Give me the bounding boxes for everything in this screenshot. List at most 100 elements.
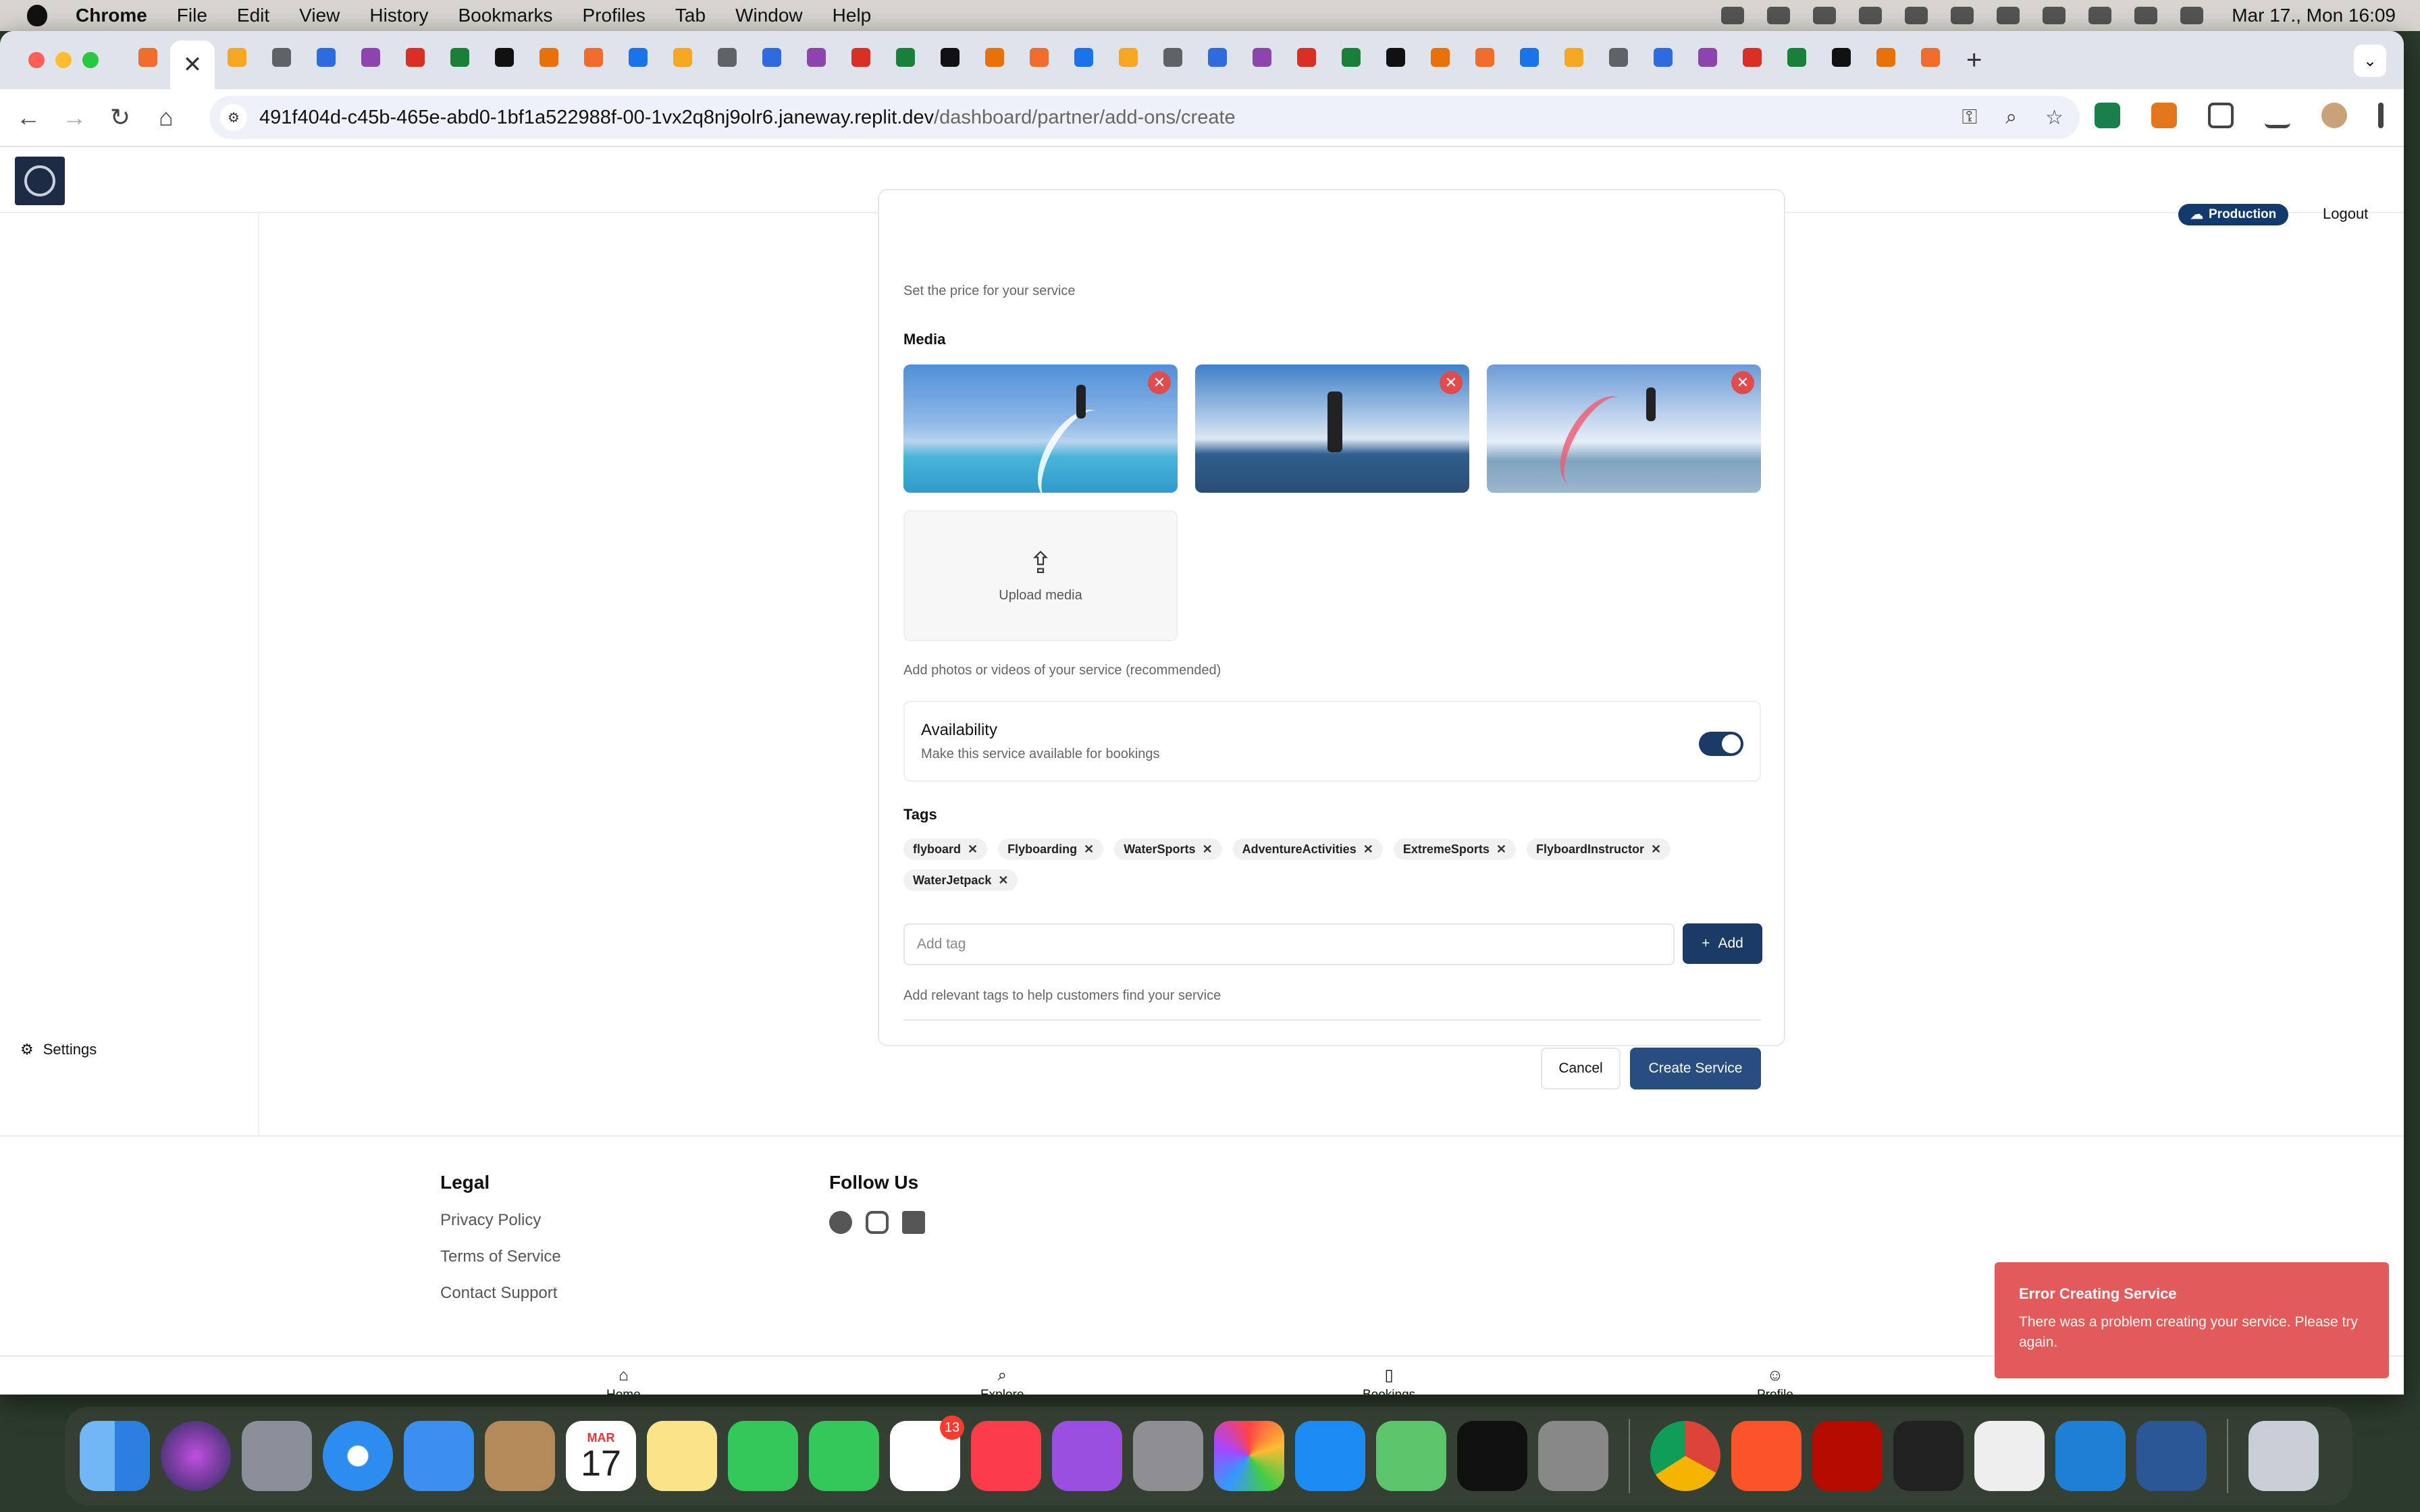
menu-help[interactable]: Help (833, 5, 872, 26)
linkedin-icon[interactable] (902, 1211, 925, 1234)
remove-tag-icon[interactable]: ✕ (968, 842, 978, 857)
browser-tab[interactable] (1418, 35, 1463, 80)
facetime-icon[interactable] (728, 1421, 798, 1491)
minimize-window-button[interactable] (55, 52, 72, 68)
menu-profiles[interactable]: Profiles (583, 5, 646, 26)
remove-media-button[interactable]: ✕ (1148, 371, 1171, 394)
browser-tab[interactable] (1151, 35, 1195, 80)
browser-tab[interactable] (1908, 35, 1953, 80)
mail-status-icon[interactable] (1813, 7, 1837, 24)
chrome-menu-icon[interactable] (2378, 103, 2384, 128)
contact-support-link[interactable]: Contact Support (440, 1284, 561, 1303)
terms-of-service-link[interactable]: Terms of Service (440, 1247, 561, 1266)
acrobat-icon[interactable] (1812, 1421, 1883, 1491)
user-icon[interactable] (1997, 7, 2020, 24)
textedit-icon[interactable] (1974, 1421, 2045, 1491)
browser-tab[interactable] (348, 35, 393, 80)
close-tab-icon[interactable]: ✕ (183, 51, 203, 78)
remove-tag-icon[interactable]: ✕ (1651, 842, 1661, 857)
browser-tab[interactable] (571, 35, 616, 80)
browser-tab[interactable] (839, 35, 883, 80)
time-machine-icon[interactable] (2043, 7, 2066, 24)
browser-tab[interactable] (1329, 35, 1373, 80)
browser-tab[interactable] (1774, 35, 1819, 80)
menu-window[interactable]: Window (735, 5, 803, 26)
browser-tab[interactable] (1596, 35, 1641, 80)
dropbox-icon[interactable] (1721, 7, 1745, 24)
play-icon[interactable] (1859, 7, 1883, 24)
browser-tab[interactable] (705, 35, 749, 80)
cancel-button[interactable]: Cancel (1541, 1048, 1621, 1089)
nav-explore[interactable]: ⌕ Explore (980, 1368, 1024, 1395)
browser-tab[interactable] (1061, 35, 1106, 80)
reminders-icon[interactable]: 13 (890, 1415, 964, 1491)
terminal-icon[interactable] (1893, 1421, 1964, 1491)
browser-tab[interactable] (972, 35, 1017, 80)
browser-tab[interactable] (883, 35, 928, 80)
menu-file[interactable]: File (177, 5, 207, 26)
browser-tab[interactable] (527, 35, 571, 80)
download-icon[interactable] (2265, 103, 2290, 128)
battery-icon[interactable] (1905, 7, 1928, 24)
browser-tab[interactable] (1819, 35, 1864, 80)
menu-edit[interactable]: Edit (237, 5, 269, 26)
browser-tab[interactable] (1284, 35, 1329, 80)
browser-tab[interactable] (482, 35, 527, 80)
sidebar-item-settings[interactable]: ⚙ Settings (20, 1041, 97, 1058)
back-button[interactable]: ← (11, 103, 46, 132)
trash-icon[interactable] (2248, 1421, 2319, 1491)
upload-media-button[interactable]: ⇪ Upload media (903, 510, 1178, 641)
photos-icon[interactable] (1214, 1421, 1284, 1491)
tab-active[interactable]: ✕ (170, 40, 215, 89)
contacts-icon[interactable] (485, 1421, 555, 1491)
tab-search-button[interactable]: ⌄ (2354, 45, 2386, 77)
create-service-button[interactable]: Create Service (1630, 1048, 1761, 1089)
browser-tab[interactable] (928, 35, 972, 80)
browser-tab[interactable] (259, 35, 304, 80)
instagram-icon[interactable] (866, 1211, 889, 1234)
nav-profile[interactable]: ☺ Profile (1757, 1368, 1793, 1395)
media-thumbnail[interactable]: ✕ (1195, 364, 1469, 493)
close-window-button[interactable] (28, 52, 45, 68)
system-settings-icon[interactable] (1133, 1421, 1203, 1491)
error-toast[interactable]: Error Creating Service There was a probl… (1995, 1262, 2389, 1378)
browser-tab[interactable] (304, 35, 348, 80)
browser-tab[interactable] (616, 35, 660, 80)
facebook-icon[interactable] (829, 1211, 852, 1234)
remove-tag-icon[interactable]: ✕ (1496, 842, 1506, 857)
browser-tab[interactable] (1240, 35, 1284, 80)
browser-tab[interactable] (1195, 35, 1240, 80)
bookmark-star-icon[interactable]: ☆ (2045, 106, 2063, 130)
messages-icon[interactable] (809, 1421, 879, 1491)
remove-tag-icon[interactable]: ✕ (1363, 842, 1373, 857)
remove-media-button[interactable]: ✕ (1440, 371, 1463, 394)
remove-tag-icon[interactable]: ✕ (1084, 842, 1094, 857)
browser-tab[interactable] (1017, 35, 1061, 80)
notes-icon[interactable] (647, 1421, 717, 1491)
app-store-icon[interactable] (1295, 1421, 1365, 1491)
browser-tab[interactable] (1552, 35, 1596, 80)
browser-tab[interactable] (438, 35, 482, 80)
browser-tab[interactable] (660, 35, 705, 80)
podcasts-icon[interactable] (1052, 1421, 1122, 1491)
extensions-puzzle-icon[interactable] (2208, 103, 2234, 128)
menu-view[interactable]: View (299, 5, 340, 26)
extension-grammar-icon[interactable] (2095, 103, 2120, 128)
browser-tab[interactable] (1463, 35, 1507, 80)
iphone-mirroring-icon[interactable] (1538, 1421, 1608, 1491)
password-key-icon[interactable]: ⚿ (1962, 106, 1977, 130)
remove-tag-icon[interactable]: ✕ (998, 873, 1008, 888)
cloud-sync-icon[interactable] (1767, 7, 1791, 24)
control-center-icon[interactable] (2134, 7, 2158, 24)
browser-tab[interactable] (1685, 35, 1730, 80)
add-tag-button[interactable]: + Add (1683, 923, 1762, 964)
vscode-icon[interactable] (2055, 1421, 2126, 1491)
finder-icon[interactable] (80, 1421, 150, 1491)
brave-icon[interactable] (1731, 1421, 1801, 1491)
browser-tab[interactable] (1106, 35, 1151, 80)
zoom-window-button[interactable] (82, 52, 99, 68)
maps-icon[interactable] (1376, 1421, 1446, 1491)
nav-home[interactable]: ⌂ Home (606, 1368, 641, 1395)
apple-menu-icon[interactable] (27, 5, 47, 26)
browser-tab[interactable] (749, 35, 794, 80)
